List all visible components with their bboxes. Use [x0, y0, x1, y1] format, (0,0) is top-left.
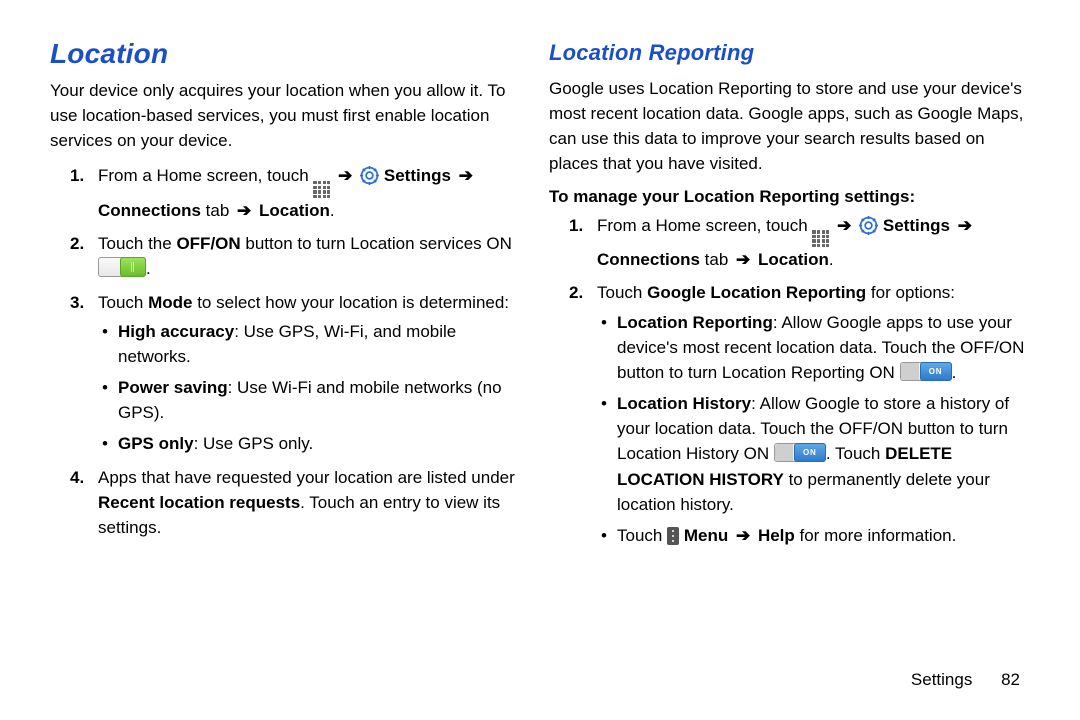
bullet-location-history: Location History: Allow Google to store …	[617, 391, 1036, 517]
gear-icon	[859, 216, 878, 235]
label: Power saving	[118, 378, 228, 397]
bullet-high-accuracy: High accuracy: Use GPS, Wi-Fi, and mobil…	[118, 319, 533, 369]
page-footer: Settings 82	[911, 670, 1020, 690]
reporting-subhead: To manage your Location Reporting settin…	[549, 187, 1036, 207]
bullet-menu-help: Touch Menu ➔ Help for more information.	[617, 523, 1036, 548]
toggle-on-green-icon	[98, 257, 146, 277]
arrow-icon: ➔	[958, 213, 972, 238]
bullet-power-saving: Power saving: Use Wi-Fi and mobile netwo…	[118, 375, 533, 425]
connections-label: Connections	[597, 250, 700, 269]
apps-grid-icon	[313, 181, 330, 198]
on-label: ON	[803, 448, 817, 457]
overflow-menu-icon	[667, 527, 679, 545]
text: for options:	[866, 283, 955, 302]
text: : Use GPS only.	[194, 434, 314, 453]
step-3: Touch Mode to select how your location i…	[98, 290, 533, 457]
text: Apps that have requested your location a…	[98, 468, 515, 487]
label: High accuracy	[118, 322, 234, 341]
r-step-2: Touch Google Location Reporting for opti…	[597, 280, 1036, 548]
on-label: ON	[929, 367, 943, 376]
bullet-gps-only: GPS only: Use GPS only.	[118, 431, 533, 456]
label: GPS only	[118, 434, 194, 453]
arrow-icon: ➔	[736, 247, 750, 272]
step-2: Touch the OFF/ON button to turn Location…	[98, 231, 533, 281]
connections-label: Connections	[98, 201, 201, 220]
label: Location Reporting	[617, 313, 773, 332]
settings-label: Settings	[384, 166, 451, 185]
label: Location History	[617, 394, 751, 413]
text: From a Home screen, touch	[597, 216, 808, 235]
settings-label: Settings	[883, 216, 950, 235]
location-label: Location	[758, 250, 829, 269]
footer-section: Settings	[911, 670, 972, 689]
offon-label: OFF/ON	[176, 234, 240, 253]
text: for more information.	[795, 526, 957, 545]
help-label: Help	[758, 526, 795, 545]
bullet-location-reporting: Location Reporting: Allow Google apps to…	[617, 310, 1036, 385]
mode-label: Mode	[148, 293, 192, 312]
arrow-icon: ➔	[237, 198, 251, 223]
arrow-icon: ➔	[459, 163, 473, 188]
r-step-1: From a Home screen, touch ➔ Settings ➔ C…	[597, 213, 1036, 273]
location-label: Location	[259, 201, 330, 220]
text: tab	[700, 250, 733, 269]
text: Touch the	[98, 234, 176, 253]
arrow-icon: ➔	[338, 163, 352, 188]
text: tab	[201, 201, 234, 220]
glr-label: Google Location Reporting	[647, 283, 866, 302]
text: button to turn Location services ON	[241, 234, 512, 253]
location-intro: Your device only acquires your location …	[50, 78, 533, 153]
recent-label: Recent location requests	[98, 493, 300, 512]
apps-grid-icon	[812, 230, 829, 247]
gear-icon	[360, 166, 379, 185]
step-4: Apps that have requested your location a…	[98, 465, 533, 540]
toggle-on-blue-icon: ON	[774, 443, 826, 462]
step-1: From a Home screen, touch ➔ Settings ➔ C…	[98, 163, 533, 223]
menu-label: Menu	[684, 526, 728, 545]
heading-location: Location	[50, 38, 533, 70]
arrow-icon: ➔	[736, 523, 750, 548]
toggle-on-blue-icon: ON	[900, 362, 952, 381]
text: . Touch	[826, 444, 885, 463]
arrow-icon: ➔	[837, 213, 851, 238]
footer-page-number: 82	[1001, 670, 1020, 689]
text: Touch	[98, 293, 148, 312]
text: Touch	[617, 526, 667, 545]
text: to select how your location is determine…	[192, 293, 509, 312]
reporting-intro: Google uses Location Reporting to store …	[549, 76, 1036, 177]
heading-location-reporting: Location Reporting	[549, 40, 1036, 66]
text: Touch	[597, 283, 647, 302]
text: From a Home screen, touch	[98, 166, 309, 185]
